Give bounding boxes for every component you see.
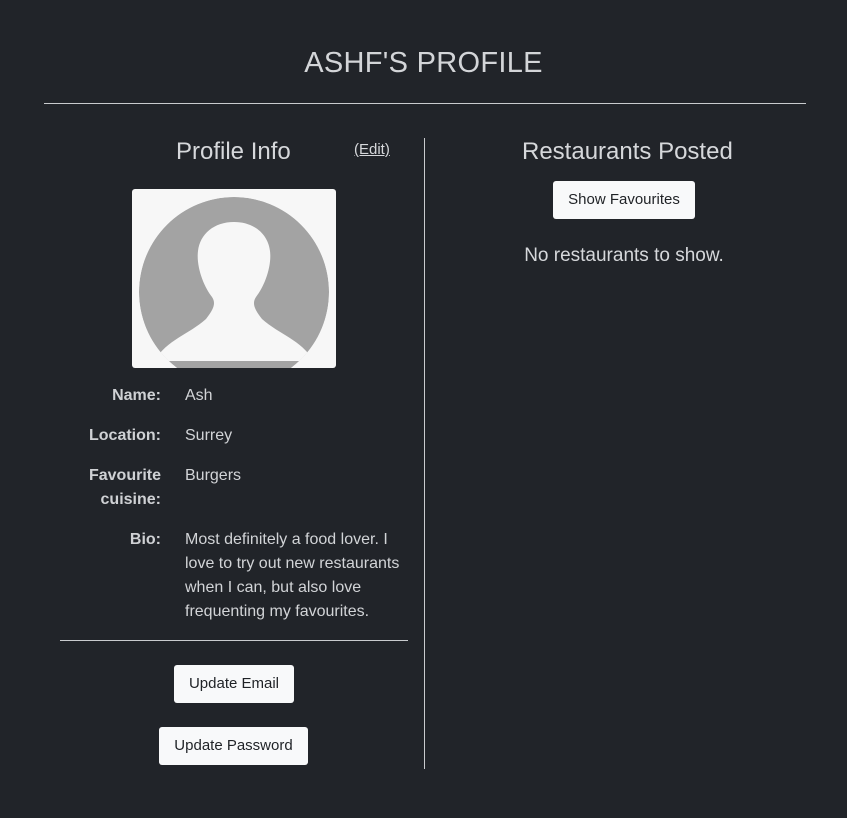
- profile-info-heading: Profile Info: [176, 138, 291, 165]
- empty-restaurants-message: No restaurants to show.: [524, 245, 724, 266]
- bio-label: Bio:: [129, 531, 161, 548]
- edit-profile-link[interactable]: (Edit): [354, 141, 390, 159]
- location-label: Location:: [89, 427, 161, 444]
- restaurants-posted-heading: Restaurants Posted: [522, 138, 733, 165]
- show-favourites-button[interactable]: Show Favourites: [553, 181, 695, 219]
- location-value: Surrey: [185, 427, 233, 444]
- favourite-cuisine-value: Burgers: [185, 467, 242, 484]
- avatar: [132, 189, 336, 368]
- profile-page: ASHF'S PROFILE Profile Info (Edit) Name:…: [0, 0, 847, 818]
- profile-divider: [60, 640, 408, 641]
- name-value: Ash: [185, 387, 213, 404]
- page-title: ASHF'S PROFILE: [304, 47, 543, 79]
- name-label: Name:: [112, 387, 161, 404]
- bio-value: Most definitely a food lover. I love to …: [185, 531, 400, 620]
- default-user-silhouette-icon: [139, 197, 329, 368]
- update-email-button[interactable]: Update Email: [174, 665, 294, 703]
- update-password-button[interactable]: Update Password: [159, 727, 308, 765]
- title-divider: [44, 103, 806, 104]
- column-divider: [424, 138, 425, 769]
- favourite-cuisine-label: Favourite cuisine:: [88, 467, 161, 508]
